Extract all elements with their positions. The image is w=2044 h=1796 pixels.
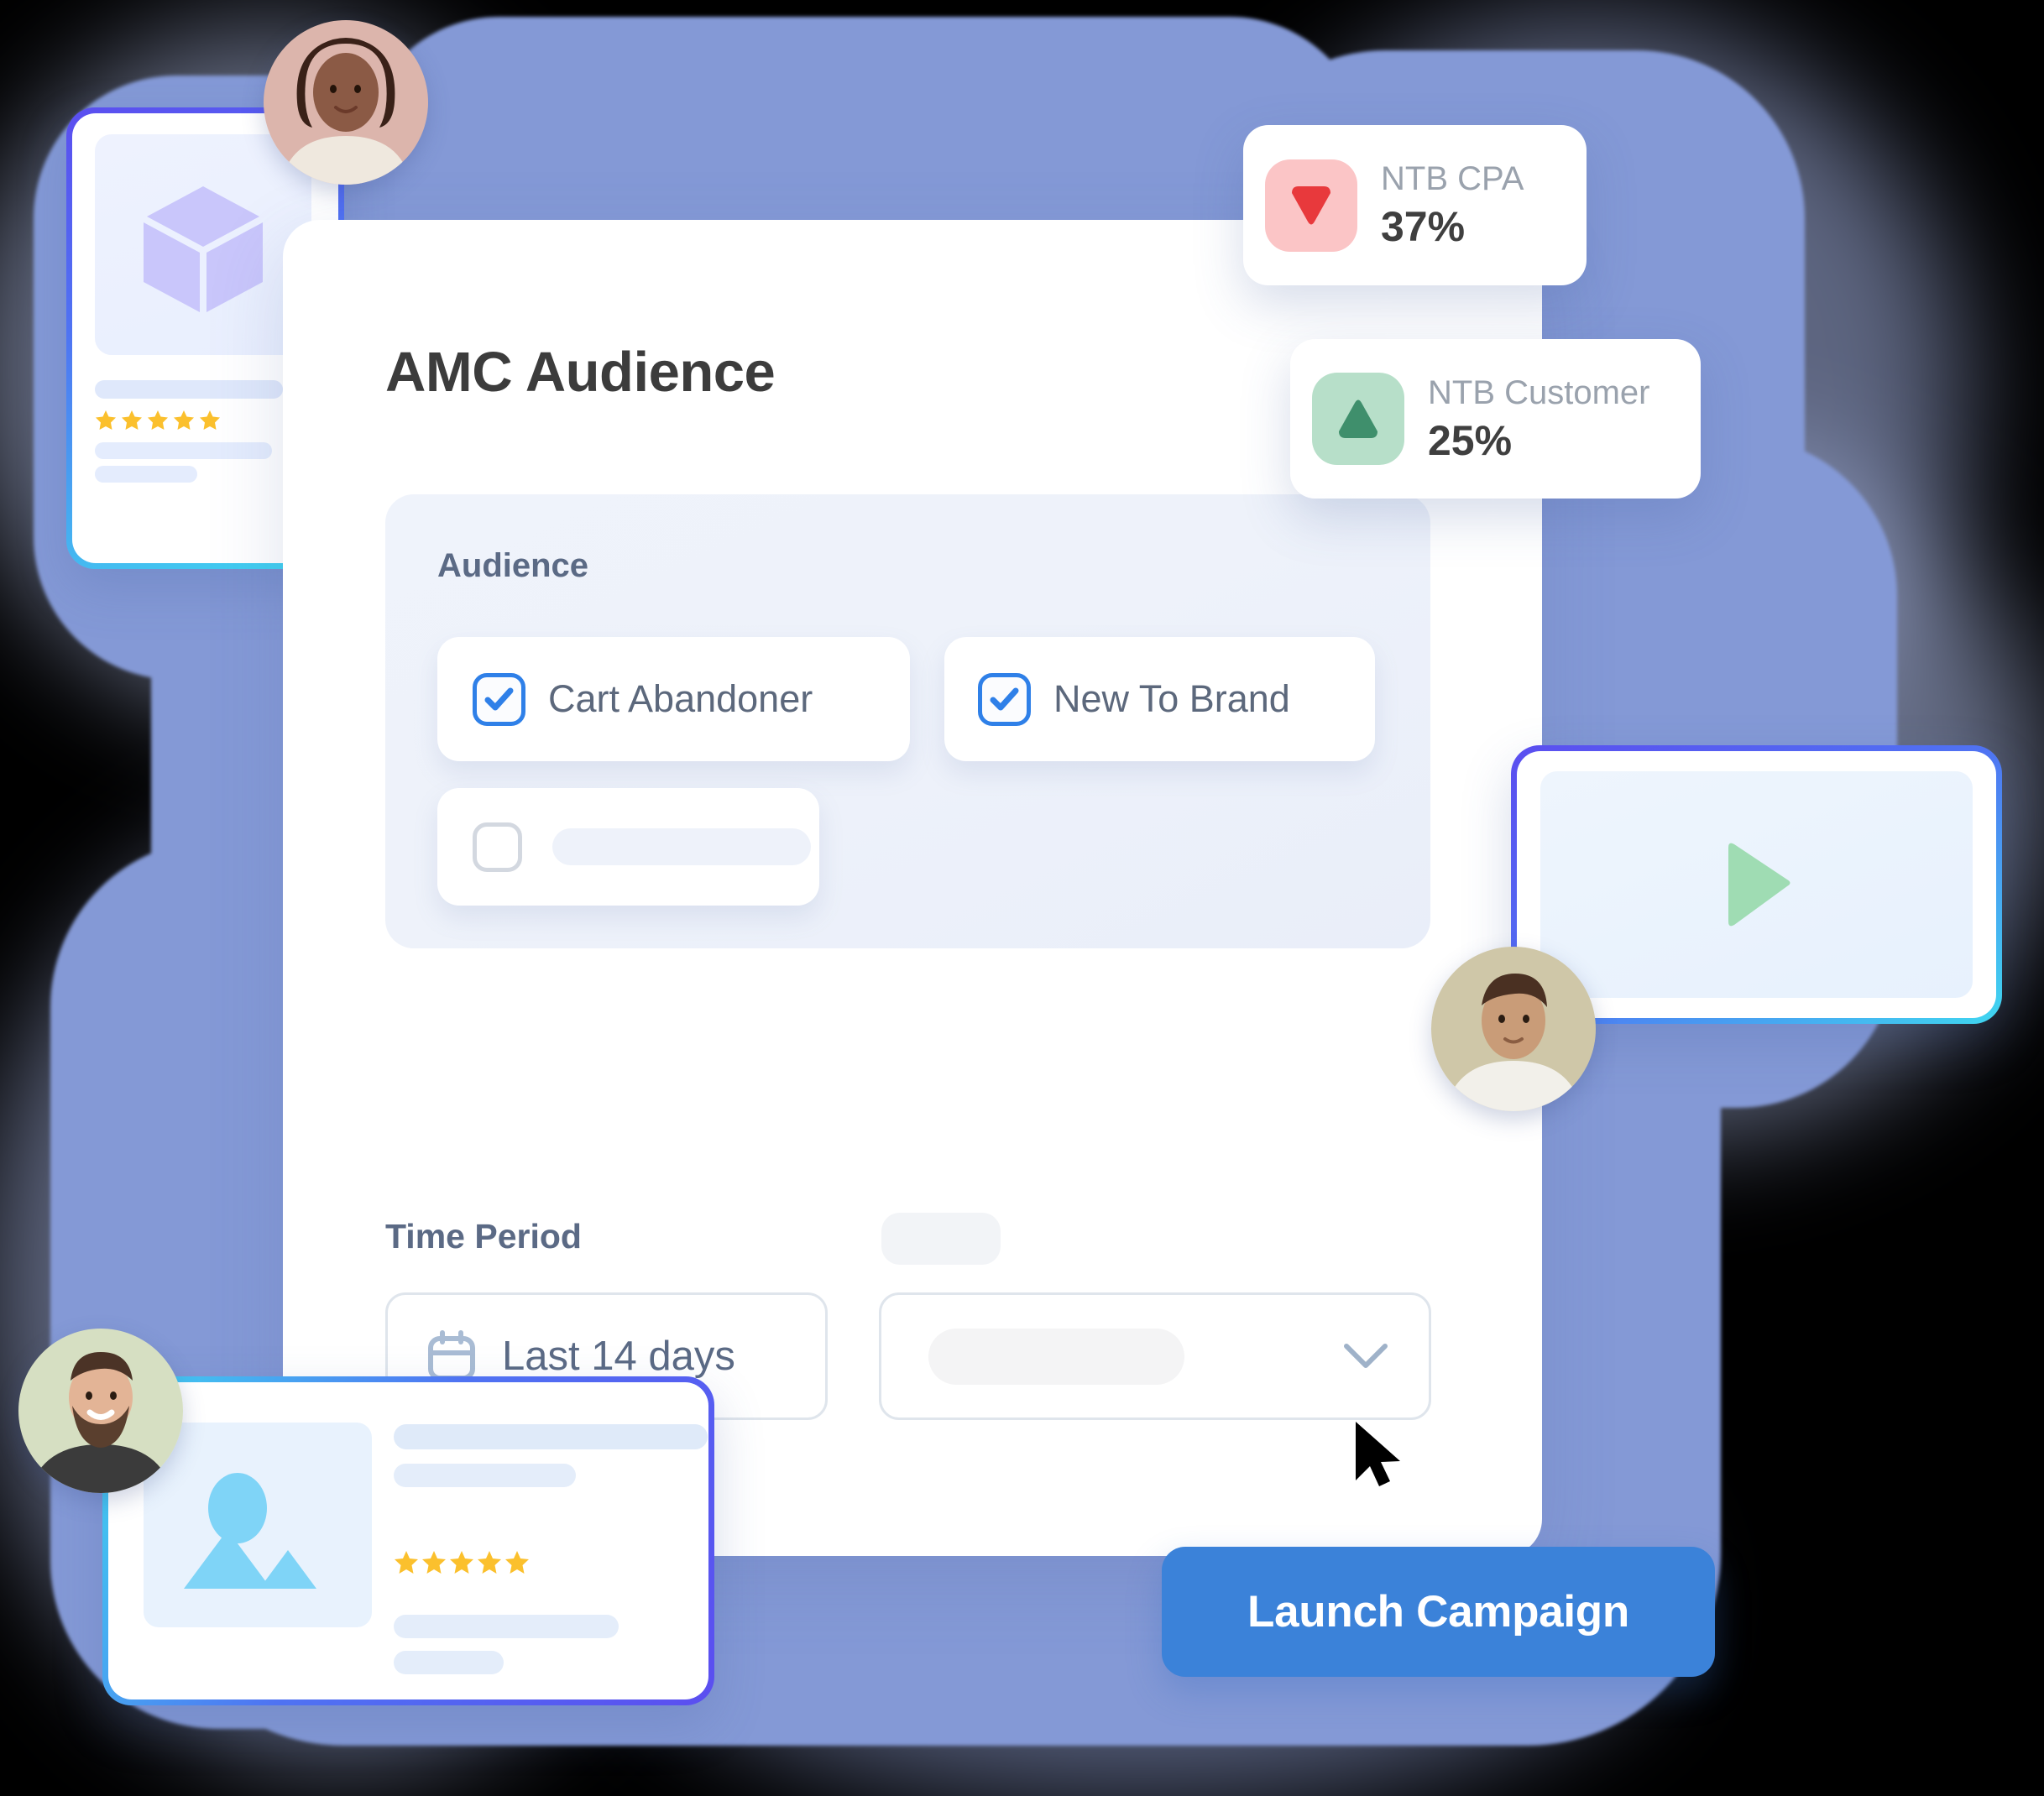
review-rating (394, 1548, 538, 1579)
review-subtitle-placeholder (394, 1464, 576, 1487)
review-card (102, 1376, 714, 1705)
avatar-right (1431, 947, 1596, 1111)
audience-option-placeholder[interactable] (437, 788, 819, 906)
secondary-field-label-placeholder (881, 1213, 1001, 1265)
page-title: AMC Audience (385, 341, 776, 404)
review-text-placeholder (394, 1615, 619, 1638)
calendar-icon (428, 1330, 475, 1381)
metric-value: 25% (1428, 416, 1513, 464)
avatar-bottom-left (18, 1329, 183, 1493)
launch-campaign-button[interactable]: Launch Campaign (1162, 1547, 1715, 1677)
checkbox-checked-icon[interactable] (978, 672, 1031, 726)
play-icon[interactable] (1718, 841, 1796, 928)
product-title-placeholder (95, 380, 283, 399)
audience-option-label: New To Brand (1053, 677, 1290, 720)
illustration-stage: AMC Audience Audience Cart Abandoner New… (0, 0, 2044, 1796)
image-icon (184, 1473, 316, 1589)
metric-label: NTB Customer (1428, 373, 1650, 411)
metric-label: NTB CPA (1381, 160, 1524, 198)
select-value-placeholder (928, 1328, 1184, 1385)
product-image-placeholder (95, 134, 311, 355)
video-card (1511, 745, 2002, 1024)
audience-option-cart-abandoner[interactable]: Cart Abandoner (437, 637, 910, 761)
audience-option-label-placeholder (552, 828, 811, 865)
chevron-down-icon[interactable] (1343, 1343, 1388, 1370)
cube-icon (144, 186, 263, 312)
checkbox-checked-icon[interactable] (473, 672, 525, 726)
product-rating (95, 409, 229, 435)
product-text-placeholder (95, 442, 272, 459)
product-text-placeholder (95, 466, 197, 483)
checkbox-unchecked-icon[interactable] (473, 822, 522, 872)
avatar-top-left (264, 20, 428, 185)
metric-card-ntb-cpa: NTB CPA 37% (1243, 125, 1587, 285)
review-image-placeholder (144, 1423, 372, 1627)
metric-card-ntb-customer: NTB Customer 25% (1290, 339, 1701, 499)
audience-option-new-to-brand[interactable]: New To Brand (944, 637, 1375, 761)
secondary-select-field[interactable] (879, 1292, 1431, 1420)
audience-option-label: Cart Abandoner (548, 677, 813, 720)
time-period-label: Time Period (385, 1217, 582, 1256)
audience-section-label: Audience (437, 547, 589, 584)
review-title-placeholder (394, 1424, 708, 1449)
audience-section: Audience Cart Abandoner New To Brand (385, 494, 1430, 948)
date-range-value: Last 14 days (502, 1334, 735, 1379)
metric-value: 37% (1381, 203, 1466, 251)
triangle-down-icon (1265, 159, 1357, 252)
triangle-up-icon (1312, 373, 1404, 465)
review-text-placeholder (394, 1651, 504, 1674)
